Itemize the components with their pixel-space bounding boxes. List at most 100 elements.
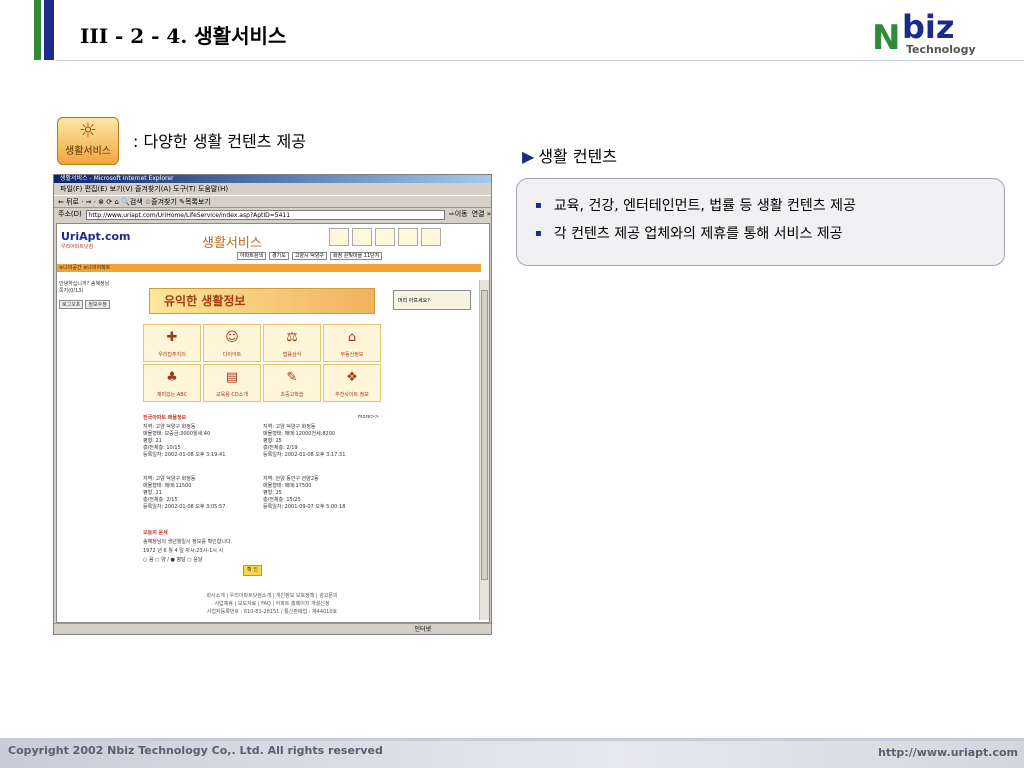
fortune-confirm-button[interactable]: 확 인 — [243, 565, 262, 576]
listing-line: 지역: 고양 덕양구 화정동 — [263, 424, 316, 430]
footer-links[interactable]: 회사소개 | 우리아파트닷컴소개 | 개인정보 보호정책 | 광고문의 — [157, 592, 387, 600]
website-url: http://www.uriapt.com — [878, 746, 1018, 759]
life-service-icon: ☼ 생활서비스 — [57, 117, 119, 165]
content-box: 교육, 건강, 엔터테인먼트, 법률 등 생활 컨텐츠 제공 각 컨텐츠 제공 … — [516, 178, 1005, 266]
apartment-listing-title: 전국아파트 매물정보 — [143, 415, 187, 421]
service-label: 추천사이트 정보 — [335, 392, 369, 398]
service-label: 초중고학습 — [280, 392, 304, 398]
listing-line: 평형: 25 — [263, 438, 282, 444]
user-panel: 안녕하십니까? 송혜정님 쪽지(0/13) 로그오프 정보수정 — [59, 280, 131, 309]
service-tile[interactable]: ▤ 교육용 CD소개 — [203, 364, 261, 402]
life-service-icon-label: 생활서비스 — [65, 146, 111, 157]
menu-icon-3[interactable] — [375, 228, 395, 246]
listing-line: 지역: 안양 동안구 관양2동 — [263, 476, 319, 482]
listing-card[interactable]: 지역: 고양 덕양구 화정동 매물형태: 보증금:3000월세:40 평형: 2… — [143, 424, 261, 459]
apartment-search: 아파트검색 경기도 고양시 덕양구 화정 은빛마을 11단지 — [237, 252, 383, 260]
browser-viewport: UriApt.com 우리아파트닷컴 생활서비스 아파트검색 경기도 고양시 덕… — [56, 223, 490, 623]
slide-caption: : 다양한 생활 컨텐츠 제공 — [133, 132, 306, 151]
fortune-heading: 오늘의 운세 — [143, 530, 168, 536]
copyright: Copyright 2002 Nbiz Technology Co,. Ltd.… — [8, 744, 383, 757]
side-ad[interactable]: 머리 아프세요? — [393, 290, 471, 310]
site-page-title: 생활서비스 — [202, 236, 262, 251]
title-divider — [56, 60, 1024, 61]
slide-footer: Copyright 2002 Nbiz Technology Co,. Ltd.… — [0, 741, 1024, 768]
law-icon: ⚖ — [286, 330, 298, 345]
site-icon-menu — [329, 228, 441, 246]
links-button[interactable]: 연결 » — [472, 208, 491, 221]
edit-info-button[interactable]: 정보수정 — [85, 300, 110, 309]
listing-card[interactable]: 지역: 고양 덕양구 화정동 매물형태: 매매:12000천세:8200 평형:… — [263, 424, 381, 459]
browser-toolbar[interactable]: ⇐ 뒤로 · ⇒ · ⊗ ⟳ ⌂ 🔍검색 ☆즐겨찾기 ✎목록보기 — [54, 195, 491, 208]
province-select[interactable]: 경기도 — [269, 252, 289, 260]
security-zone: 인터넷 — [414, 626, 431, 633]
uriapt-logo-sub: 우리아파트닷컴 — [61, 244, 94, 250]
browser-titlebar: 생활서비스 - Microsoft Internet Explorer — [54, 175, 491, 183]
listing-card[interactable]: 지역: 고양 덕양구 화정동 매물형태: 매매:11500 평형: 21 층/전… — [143, 476, 261, 511]
logout-button[interactable]: 로그오프 — [59, 300, 84, 309]
uriapt-logo-text: UriApt.com — [61, 230, 131, 243]
scrollbar-thumb[interactable] — [481, 290, 488, 580]
section-heading: ▶ 생활 컨텐츠 — [522, 143, 617, 167]
apartment-search-button[interactable]: 아파트검색 — [237, 252, 267, 260]
listing-line: 매물형태: 보증금:3000월세:40 — [143, 431, 211, 437]
greeting: 안녕하십니까? 송혜정님 — [59, 281, 110, 287]
service-tile[interactable]: ❖ 추천사이트 정보 — [323, 364, 381, 402]
nbiz-logo: N biz Technology — [872, 8, 982, 60]
listing-line: 층/전체층: 10/15 — [143, 445, 181, 451]
address-label: 주소(D) — [58, 210, 82, 218]
listing-card[interactable]: 지역: 안양 동안구 관양2동 매물형태: 매매:17500 평형: 25 층/… — [263, 476, 381, 511]
browser-address-bar: 주소(D) http://www.uriapt.com/UriHome/Life… — [54, 208, 491, 221]
user-buttons: 로그오프 정보수정 — [59, 300, 131, 309]
service-tile[interactable]: ⚖ 법률상식 — [263, 324, 321, 362]
mail-count[interactable]: 쪽지(0/13) — [59, 287, 131, 294]
more-link[interactable]: more>> — [358, 414, 379, 420]
browser-menubar[interactable]: 파일(F) 편집(E) 보기(V) 즐겨찾기(A) 도구(T) 도움말(H) — [54, 183, 491, 195]
service-tile[interactable]: ✎ 초중고학습 — [263, 364, 321, 402]
cross-icon: ✚ — [166, 330, 178, 345]
menu-icon-1[interactable] — [329, 228, 349, 246]
life-info-banner: 유익한 생활정보 — [149, 288, 375, 314]
address-input[interactable]: http://www.uriapt.com/UriHome/LifeServic… — [85, 209, 445, 220]
logo-name: biz — [902, 8, 955, 46]
site-nav-bar[interactable]: ≡나의공간 ≡나의아파트 — [57, 264, 481, 272]
service-tile[interactable]: ⌂ 부동산정보 — [323, 324, 381, 362]
calendar-options[interactable]: ○ 음 ○ 양 / ● 평달 ○ 윤달 — [143, 556, 379, 565]
listing-line: 등록일자: 2002-01-08 오후 3:19:41 — [143, 452, 226, 458]
menu-icon-5[interactable] — [421, 228, 441, 246]
listing-line: 층/전체층: 2/15 — [143, 497, 178, 503]
logo-mark: N — [872, 18, 901, 58]
listing-line: 매물형태: 매매:11500 — [143, 483, 192, 489]
footer-links-2[interactable]: 사업제휴 | 보도자료 | FAQ | 아파트 홈페이지 개설신청 — [157, 600, 387, 608]
section-heading-text: 생활 컨텐츠 — [538, 147, 617, 166]
listing-line: 매물형태: 매매:12000천세:8200 — [263, 431, 336, 437]
complex-select[interactable]: 화정 은빛마을 11단지 — [330, 252, 383, 260]
site-header: UriApt.com 우리아파트닷컴 생활서비스 아파트검색 경기도 고양시 덕… — [57, 224, 481, 272]
accent-bar-blue — [44, 0, 54, 60]
uriapt-logo[interactable]: UriApt.com 우리아파트닷컴 — [61, 230, 131, 250]
service-tile[interactable]: ☺ 다이어트 — [203, 324, 261, 362]
logo-sub: Technology — [906, 43, 976, 56]
listing-line: 매물형태: 매매:17500 — [263, 483, 312, 489]
sun-icon: ☼ — [79, 118, 97, 142]
site-footer: 회사소개 | 우리아파트닷컴소개 | 개인정보 보호정책 | 광고문의 사업제휴… — [157, 592, 387, 616]
service-label: 다이어트 — [222, 352, 242, 358]
service-grid: ✚ 우리집주치의 ☺ 다이어트 ⚖ 법률상식 ⌂ 부동산정보 ♣ 재미있는 ABC ▤ 교육… — [143, 324, 381, 402]
city-select[interactable]: 고양시 덕양구 — [291, 252, 328, 260]
slide: III - 2 - 4. 생활서비스 N biz Technology ☼ 생활… — [0, 0, 1024, 768]
vertical-scrollbar[interactable] — [479, 280, 489, 620]
menu-icon-2[interactable] — [352, 228, 372, 246]
service-tile[interactable]: ♣ 재미있는 ABC — [143, 364, 201, 402]
service-label: 재미있는 ABC — [156, 392, 188, 398]
service-tile[interactable]: ✚ 우리집주치의 — [143, 324, 201, 362]
service-label: 우리집주치의 — [158, 352, 186, 358]
fortune-text: 송혜정님의 생년월일시 정보를 확인합니다. — [143, 539, 233, 545]
menu-icon-4[interactable] — [398, 228, 418, 246]
eraser-icon: ❖ — [346, 370, 358, 385]
listing-line: 층/전체층: 15/25 — [263, 497, 301, 503]
listing-line: 평형: 25 — [263, 490, 282, 496]
go-button[interactable]: ⇨이동 — [449, 208, 468, 221]
listing-line: 지역: 고양 덕양구 화정동 — [143, 424, 196, 430]
service-label: 법률상식 — [282, 352, 302, 358]
birthdate-inputs[interactable]: 1972 년 6 월 4 일 자시:23시-1시 시 — [143, 547, 379, 556]
footer-business-info: 사업자등록번호 : 610-81-28151 / 통신판매업 : 제44010호 — [206, 609, 338, 615]
